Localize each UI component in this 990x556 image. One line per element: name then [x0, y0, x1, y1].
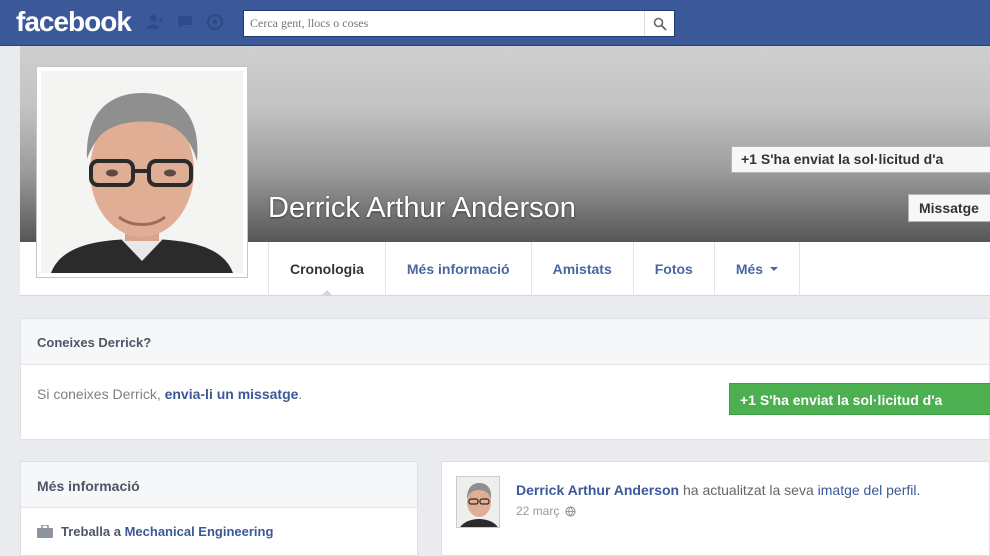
tab-label: Cronologia	[290, 261, 364, 277]
tab-cronologia[interactable]: Cronologia	[268, 242, 385, 296]
tab-mes[interactable]: Més	[713, 242, 801, 296]
info-box: Més informació Treballa a Mechanical Eng…	[20, 461, 418, 556]
chevron-down-icon	[770, 267, 779, 275]
search-button[interactable]	[644, 11, 674, 36]
work-row: Treballa a Mechanical Engineering	[37, 524, 273, 539]
profile-picture[interactable]	[36, 66, 248, 278]
profile-name: Derrick Arthur Anderson	[268, 192, 576, 224]
post-meta: 22 març	[516, 504, 576, 518]
tab-label: Més informació	[406, 261, 510, 277]
know-text-suffix: .	[298, 386, 303, 402]
know-text-prefix: Si coneixes Derrick,	[37, 386, 165, 402]
messages-icon[interactable]	[176, 13, 194, 31]
tab-fotos[interactable]: Fotos	[632, 242, 714, 296]
know-person-box: Coneixes Derrick? Si coneixes Derrick, e…	[20, 318, 990, 440]
info-box-title: Més informació	[21, 462, 417, 508]
tab-label: Amistats	[552, 261, 612, 277]
search-box	[243, 10, 675, 37]
notifications-icon[interactable]	[206, 13, 224, 31]
tab-amistats[interactable]: Amistats	[530, 242, 633, 296]
friend-requests-icon[interactable]	[146, 13, 164, 31]
post-action-text: ha actualitzat la seva	[679, 482, 818, 498]
work-prefix: Treballa a	[61, 524, 125, 539]
friend-request-sent-green-button[interactable]: +1 S'ha enviat la sol·licitud d'a	[729, 383, 990, 415]
workplace-link[interactable]: Mechanical Engineering	[125, 524, 274, 539]
friend-request-sent-button[interactable]: +1 S'ha enviat la sol·licitud d'a	[731, 146, 990, 173]
audience-globe-icon[interactable]	[565, 505, 576, 517]
search-icon	[653, 17, 667, 31]
know-box-title: Coneixes Derrick?	[21, 319, 989, 365]
top-bar: facebook	[0, 0, 990, 46]
post-avatar[interactable]	[456, 476, 500, 528]
profile-photo-image	[41, 71, 243, 273]
search-input[interactable]	[244, 11, 644, 36]
post-headline: Derrick Arthur Anderson ha actualitzat l…	[516, 482, 920, 498]
message-button[interactable]: Missatge	[908, 194, 990, 222]
tab-mes-informacio[interactable]: Més informació	[384, 242, 531, 296]
top-icons	[146, 13, 224, 31]
tab-label: Fotos	[654, 261, 693, 277]
send-message-link[interactable]: envia-li un missatge	[165, 386, 299, 402]
post-author-link[interactable]: Derrick Arthur Anderson	[516, 482, 679, 498]
tab-label: Més	[735, 261, 764, 277]
timeline-post: Derrick Arthur Anderson ha actualitzat l…	[441, 461, 990, 556]
briefcase-icon	[37, 525, 53, 538]
know-box-text: Si coneixes Derrick, envia-li un missatg…	[37, 386, 302, 402]
facebook-logo[interactable]: facebook	[16, 6, 132, 38]
profile-picture-link[interactable]: imatge del perfil.	[818, 482, 921, 498]
post-date[interactable]: 22 març	[516, 504, 559, 518]
